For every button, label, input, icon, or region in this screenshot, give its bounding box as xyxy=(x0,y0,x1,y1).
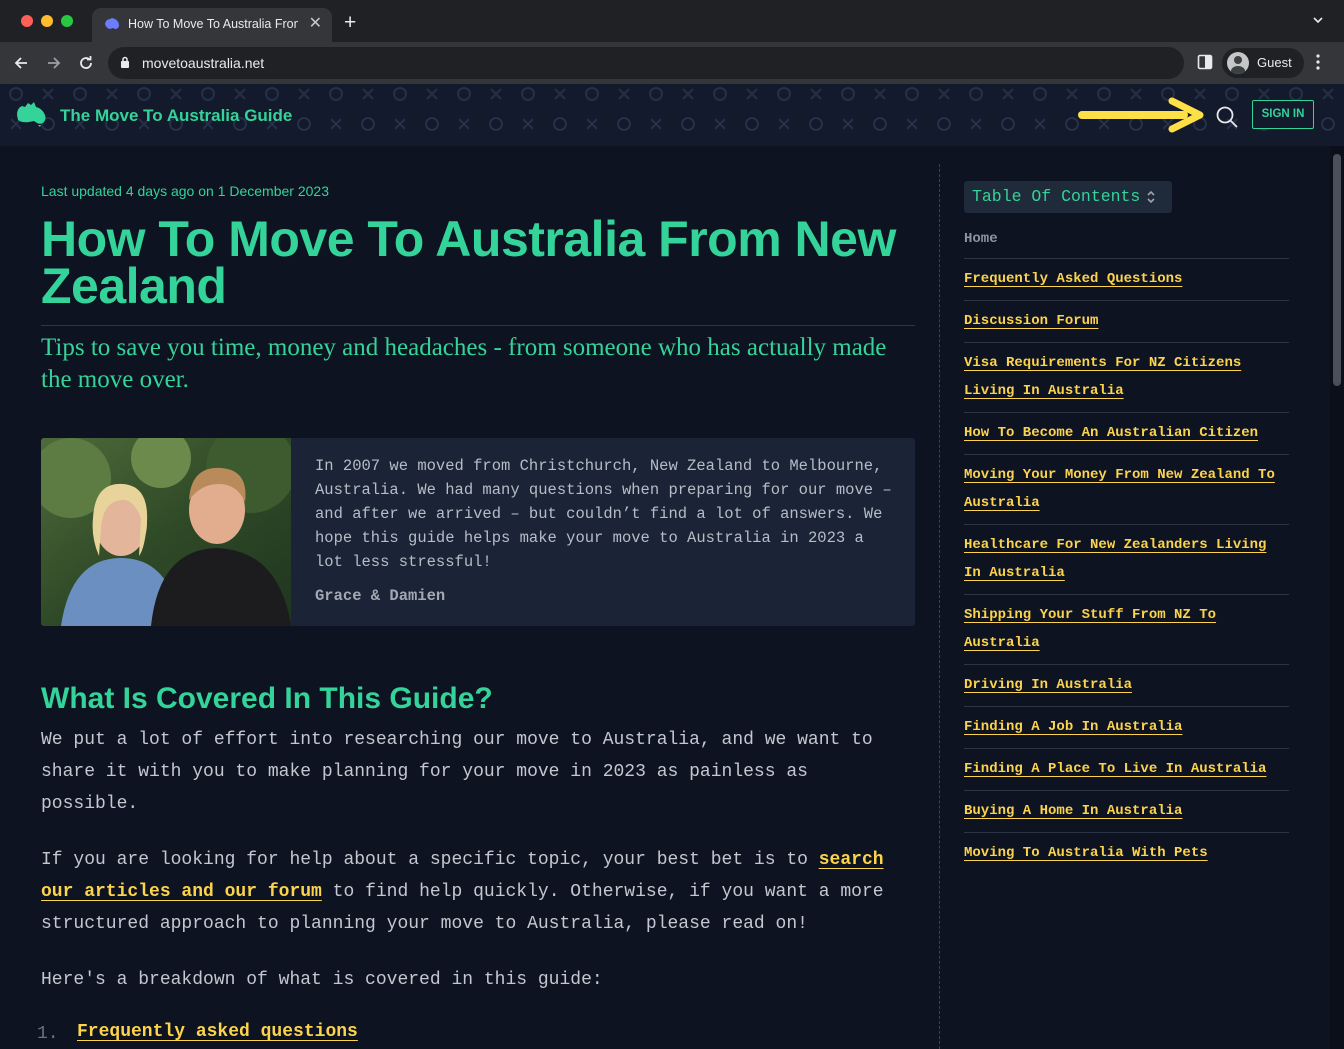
window-minimize-button[interactable] xyxy=(41,15,53,27)
list-link-faq[interactable]: Frequently asked questions xyxy=(77,1022,358,1042)
toc-item: Finding A Place To Live In Australia xyxy=(964,748,1289,790)
toc-item: Driving In Australia xyxy=(964,664,1289,706)
lock-icon xyxy=(121,56,129,68)
toc-link-money[interactable]: Moving Your Money From New Zealand To Au… xyxy=(964,461,1289,517)
browser-tab[interactable]: How To Move To Australia From New Zealan… xyxy=(92,8,332,42)
url-text: movetoaustralia.net xyxy=(142,55,265,71)
toc-item: Visa Requirements For NZ Citizens Living… xyxy=(964,342,1289,412)
address-bar[interactable]: movetoaustralia.net xyxy=(108,47,1184,79)
last-updated-text: Last updated 4 days ago on 1 December 20… xyxy=(41,183,329,199)
toc-button-label: Table Of Contents xyxy=(972,187,1141,206)
guest-avatar-icon xyxy=(1227,52,1249,74)
toc-item: How To Become An Australian Citizen xyxy=(964,412,1289,454)
page-subtitle: Tips to save you time, money and headach… xyxy=(41,334,887,393)
forward-arrow-icon xyxy=(48,57,61,69)
profile-label: Guest xyxy=(1257,55,1292,70)
intro-text: In 2007 we moved from Christchurch, New … xyxy=(315,457,892,571)
reload-button[interactable] xyxy=(74,51,98,75)
tab-search-chevron-icon[interactable] xyxy=(1312,14,1324,26)
toc-item: Healthcare For New Zealanders Living In … xyxy=(964,524,1289,594)
side-panel-icon[interactable] xyxy=(1197,54,1213,70)
window-maximize-button[interactable] xyxy=(61,15,73,27)
toc-item: Shipping Your Stuff From NZ To Australia xyxy=(964,594,1289,664)
australia-logo-icon[interactable] xyxy=(16,101,48,127)
paragraph-effort: We put a lot of effort into researching … xyxy=(41,730,873,814)
toc-link-driving[interactable]: Driving In Australia xyxy=(964,671,1289,699)
back-button[interactable] xyxy=(9,51,33,75)
sidebar-divider xyxy=(939,164,940,1049)
tab-title: How To Move To Australia From New Zealan… xyxy=(128,17,298,31)
tab-close-icon[interactable]: ✕ xyxy=(309,14,322,34)
author-intro-card: In 2007 we moved from Christchurch, New … xyxy=(41,438,915,626)
sign-in-button[interactable]: SIGN IN xyxy=(1252,100,1314,129)
toc-item: Frequently Asked Questions xyxy=(964,258,1289,300)
chevron-up-down-icon xyxy=(1147,190,1155,204)
toc-link-place[interactable]: Finding A Place To Live In Australia xyxy=(964,755,1289,783)
toc-link-citizen[interactable]: How To Become An Australian Citizen xyxy=(964,419,1289,447)
page-scrollbar[interactable] xyxy=(1330,146,1344,1049)
main-content: Last updated 4 days ago on 1 December 20… xyxy=(0,146,1330,1049)
toc-list: Frequently Asked Questions Discussion Fo… xyxy=(964,258,1289,874)
browser-menu-icon[interactable] xyxy=(1316,54,1320,70)
toc-link-faq[interactable]: Frequently Asked Questions xyxy=(964,265,1289,293)
site-header: The Move To Australia Guide SIGN IN xyxy=(0,84,1344,146)
toc-link-pets[interactable]: Moving To Australia With Pets xyxy=(964,839,1289,867)
toc-item: Moving To Australia With Pets xyxy=(964,832,1289,874)
toc-link-job[interactable]: Finding A Job In Australia xyxy=(964,713,1289,741)
browser-tab-bar: How To Move To Australia From New Zealan… xyxy=(0,0,1344,42)
paragraph-breakdown: Here's a breakdown of what is covered in… xyxy=(41,970,603,990)
toc-link-healthcare[interactable]: Healthcare For New Zealanders Living In … xyxy=(964,531,1289,587)
toc-item: Finding A Job In Australia xyxy=(964,706,1289,748)
page-title: How To Move To Australia From New Zealan… xyxy=(41,211,896,314)
section-heading: What Is Covered In This Guide? xyxy=(41,682,493,715)
toc-home-link[interactable]: Home xyxy=(964,231,998,247)
forward-button[interactable] xyxy=(42,51,66,75)
australia-favicon-icon xyxy=(105,18,119,29)
search-icon[interactable] xyxy=(1214,104,1240,130)
title-divider xyxy=(41,325,915,326)
toc-link-shipping[interactable]: Shipping Your Stuff From NZ To Australia xyxy=(964,601,1289,657)
intro-signature: Grace & Damien xyxy=(315,587,446,605)
toc-link-home[interactable]: Buying A Home In Australia xyxy=(964,797,1289,825)
profile-button[interactable]: Guest xyxy=(1222,48,1304,78)
browser-toolbar: movetoaustralia.net Guest xyxy=(0,42,1344,84)
annotation-arrow-icon xyxy=(1078,97,1204,133)
toc-item: Buying A Home In Australia xyxy=(964,790,1289,832)
paragraph-search-help: If you are looking for help about a spec… xyxy=(41,844,901,940)
toc-link-visa[interactable]: Visa Requirements For NZ Citizens Living… xyxy=(964,349,1289,405)
scrollbar-thumb[interactable] xyxy=(1333,154,1341,386)
new-tab-button[interactable]: + xyxy=(344,12,356,34)
toc-link-forum[interactable]: Discussion Forum xyxy=(964,307,1289,335)
paragraph-text: If you are looking for help about a spec… xyxy=(41,850,819,870)
back-arrow-icon xyxy=(14,57,27,69)
reload-icon xyxy=(80,56,92,69)
toc-item: Moving Your Money From New Zealand To Au… xyxy=(964,454,1289,524)
toc-toggle-button[interactable]: Table Of Contents xyxy=(964,181,1172,213)
toc-item: Discussion Forum xyxy=(964,300,1289,342)
list-number: 1. xyxy=(37,1024,59,1044)
authors-photo xyxy=(41,438,291,626)
window-close-button[interactable] xyxy=(21,15,33,27)
site-title[interactable]: The Move To Australia Guide xyxy=(60,106,292,126)
